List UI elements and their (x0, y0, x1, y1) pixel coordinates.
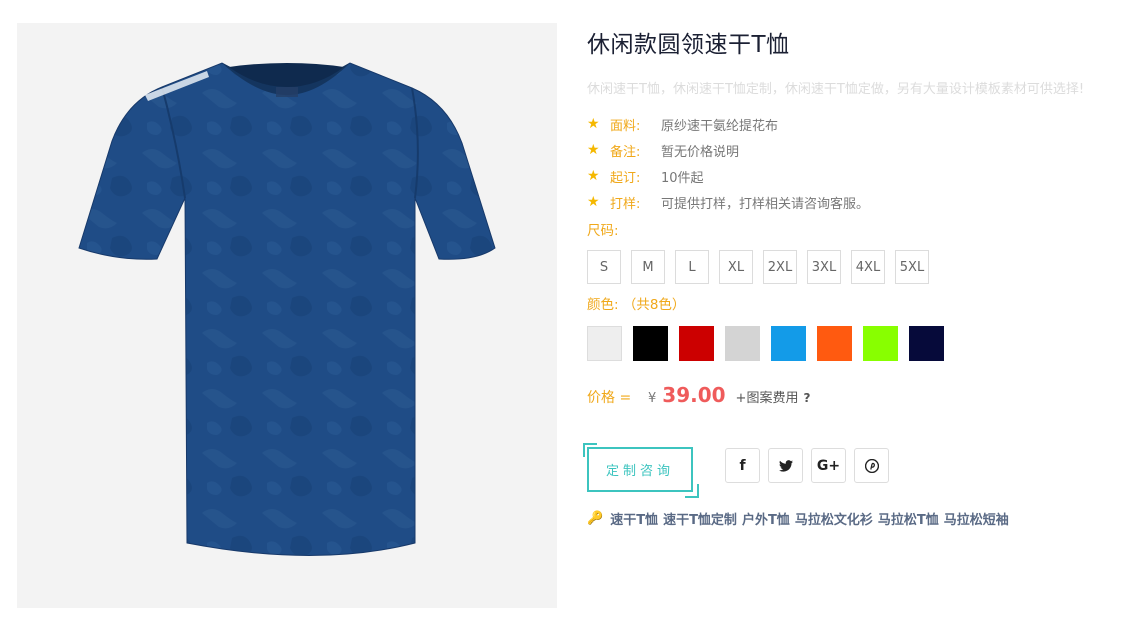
size-option-5xl[interactable]: 5XL (895, 250, 929, 284)
size-option-s[interactable]: S (587, 250, 621, 284)
spec-key: 面料: (610, 118, 641, 134)
spec-key: 打样: (610, 196, 641, 212)
product-page: 休闲款圆领速干T恤 休闲速干T恤，休闲速干T恤定制，休闲速干T恤定做，另有大量设… (0, 0, 1136, 630)
color-selector (587, 326, 1117, 361)
custom-consult-button[interactable]: 定制咨询 (587, 447, 693, 492)
facebook-icon[interactable]: f (725, 448, 760, 483)
spec-key: 起订: (610, 170, 641, 186)
star-icon: ★ (587, 168, 600, 184)
product-info: 休闲款圆领速干T恤 休闲速干T恤，休闲速干T恤定制，休闲速干T恤定做，另有大量设… (583, 28, 1117, 528)
size-option-m[interactable]: M (631, 250, 665, 284)
spec-value: 可提供打样，打样相关请咨询客服。 (661, 196, 870, 212)
size-label: 尺码: (587, 223, 619, 239)
pattern-fee-text: +图案费用 (735, 391, 799, 406)
size-option-4xl[interactable]: 4XL (851, 250, 885, 284)
price-row: 价格 = ¥ 39.00 +图案费用 ? (587, 383, 1117, 415)
color-swatch[interactable] (771, 326, 806, 361)
spec-value: 10件起 (661, 170, 704, 186)
button-corner-decoration (685, 484, 699, 498)
color-swatch[interactable] (587, 326, 622, 361)
color-swatch[interactable] (817, 326, 852, 361)
product-title: 休闲款圆领速干T恤 (587, 32, 790, 58)
product-image[interactable] (17, 23, 557, 608)
spec-list: ★ 面料: 原纱速干氨纶提花布 ★ 备注: 暂无价格说明 ★ 起订: 10件起 … (587, 111, 1117, 215)
tag-link[interactable]: 速干T恤定制 (663, 509, 737, 528)
spec-row-note: ★ 备注: 暂无价格说明 (587, 137, 1117, 163)
tag-link[interactable]: 马拉松短袖 (944, 509, 1009, 528)
spec-row-moq: ★ 起订: 10件起 (587, 163, 1117, 189)
tag-link[interactable]: 户外T恤 (742, 509, 790, 528)
spec-row-fabric: ★ 面料: 原纱速干氨纶提花布 (587, 111, 1117, 137)
star-icon: ★ (587, 116, 600, 132)
help-icon[interactable]: ? (803, 391, 810, 405)
spec-value: 暂无价格说明 (661, 144, 740, 160)
pinterest-icon[interactable] (854, 448, 889, 483)
google-plus-icon[interactable]: G+ (811, 448, 846, 483)
size-option-3xl[interactable]: 3XL (807, 250, 841, 284)
color-label: 颜色: （共8色） (587, 297, 686, 313)
action-row: 定制咨询 f G+ (583, 443, 1117, 498)
spec-row-sample: ★ 打样: 可提供打样，打样相关请咨询客服。 (587, 189, 1117, 215)
size-option-xl[interactable]: XL (719, 250, 753, 284)
star-icon: ★ (587, 194, 600, 210)
size-selector: S M L XL 2XL 3XL 4XL 5XL (587, 250, 1117, 284)
color-swatch[interactable] (633, 326, 668, 361)
tag-link[interactable]: 马拉松文化衫 (795, 509, 873, 528)
color-swatch[interactable] (863, 326, 898, 361)
color-swatch[interactable] (909, 326, 944, 361)
price-label: 价格 = (587, 390, 632, 406)
price-amount: 39.00 (662, 383, 726, 407)
key-icon: 🔑 (587, 511, 604, 526)
spec-key: 备注: (610, 144, 641, 160)
currency-symbol: ¥ (648, 391, 657, 406)
color-swatch[interactable] (679, 326, 714, 361)
tag-link[interactable]: 马拉松T恤 (878, 509, 939, 528)
tag-link[interactable]: 速干T恤 (610, 509, 658, 528)
color-swatch[interactable] (725, 326, 760, 361)
size-option-l[interactable]: L (675, 250, 709, 284)
star-icon: ★ (587, 142, 600, 158)
product-description: 休闲速干T恤，休闲速干T恤定制，休闲速干T恤定做，另有大量设计模板素材可供选择! (587, 82, 1085, 97)
social-share: f G+ (725, 448, 889, 483)
size-option-2xl[interactable]: 2XL (763, 250, 797, 284)
product-image-panel (17, 23, 557, 608)
twitter-icon[interactable] (768, 448, 803, 483)
spec-value: 原纱速干氨纶提花布 (661, 118, 779, 134)
tag-list: 🔑 速干T恤 速干T恤定制 户外T恤 马拉松文化衫 马拉松T恤 马拉松短袖 (587, 509, 1117, 528)
